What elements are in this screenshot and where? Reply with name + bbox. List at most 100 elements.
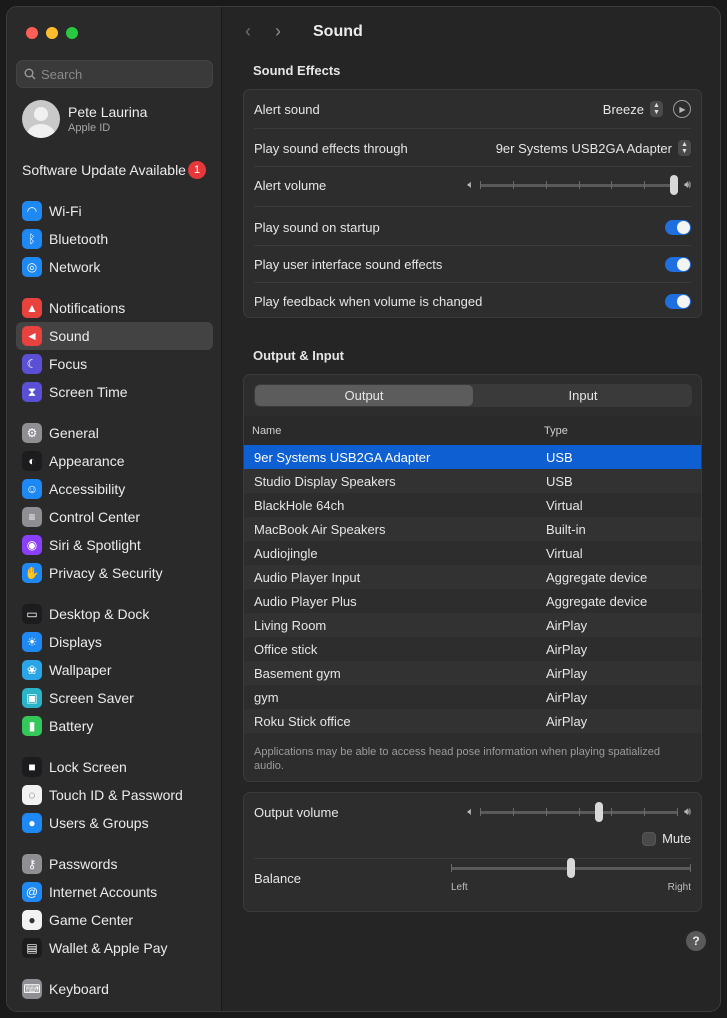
sidebar-item-control-center[interactable]: ≡ Control Center [16, 503, 213, 531]
table-row[interactable]: gym AirPlay [244, 685, 701, 709]
speaker-high-icon: 🔊︎ [684, 805, 691, 818]
wallet-icon: ▤ [22, 938, 42, 958]
sidebar-item-label: Displays [49, 634, 102, 650]
sidebar-item-network[interactable]: ◎ Network [16, 253, 213, 281]
keyboard-icon: ⌨ [22, 979, 42, 999]
sidebar-item-accessibility[interactable]: ☺ Accessibility [16, 475, 213, 503]
mute-checkbox[interactable]: Mute [642, 831, 691, 846]
accessibility-icon: ☺ [22, 479, 42, 499]
slider-tick [611, 808, 613, 816]
output-volume-slider[interactable] [480, 802, 679, 822]
sidebar-item-appearance[interactable]: ◐ Appearance [16, 447, 213, 475]
sidebar-item-screen-saver[interactable]: ▣ Screen Saver [16, 684, 213, 712]
sidebar-item-battery[interactable]: ▮ Battery [16, 712, 213, 740]
gamecenter-icon: ● [22, 910, 42, 930]
minimize-window-button[interactable] [46, 27, 58, 39]
sidebar-item-label: Passwords [49, 856, 118, 872]
sidebar-item-bluetooth[interactable]: ᛒ Bluetooth [16, 225, 213, 253]
device-type: AirPlay [546, 689, 588, 705]
column-header-type[interactable]: Type [544, 425, 568, 437]
zoom-window-button[interactable] [66, 27, 78, 39]
search-field[interactable] [16, 60, 213, 88]
startup-sound-toggle[interactable] [665, 219, 691, 235]
table-row[interactable]: MacBook Air Speakers Built-in [244, 517, 701, 541]
device-name: Audio Player Input [254, 569, 361, 585]
sidebar-item-passwords[interactable]: ⚷ Passwords [16, 850, 213, 878]
close-window-button[interactable] [26, 27, 38, 39]
sidebar-item-siri-spotlight[interactable]: ◉ Siri & Spotlight [16, 531, 213, 559]
alert-volume-label: Alert volume [254, 177, 327, 193]
ui-sounds-toggle[interactable] [665, 256, 691, 272]
sidebar-item-wallpaper[interactable]: ❀ Wallpaper [16, 656, 213, 684]
output-input-segmented-control[interactable]: Output Input [254, 384, 692, 407]
software-update-item[interactable]: Software Update Available 1 [22, 161, 206, 179]
sidebar-item-keyboard[interactable]: ⌨ Keyboard [16, 975, 213, 1003]
device-name: MacBook Air Speakers [254, 521, 386, 537]
volume-feedback-toggle[interactable] [665, 293, 691, 309]
back-button[interactable]: ‹ [245, 21, 275, 42]
alert-sound-row: Alert sound Breeze ▲ ▼ ▶ [254, 90, 691, 128]
search-input[interactable] [41, 66, 191, 82]
tab-output[interactable]: Output [255, 385, 473, 406]
alert-sound-value: Breeze [602, 101, 644, 117]
sidebar-item-focus[interactable]: ☾ Focus [16, 350, 213, 378]
table-row[interactable]: Roku Stick office AirPlay [244, 709, 701, 733]
dock-icon: ▭ [22, 604, 42, 624]
apple-id-profile[interactable]: Pete Laurina Apple ID [22, 100, 147, 138]
table-row[interactable]: Basement gym AirPlay [244, 661, 701, 685]
device-name: gym [254, 689, 279, 705]
update-count-badge: 1 [188, 161, 206, 179]
table-row[interactable]: Office stick AirPlay [244, 637, 701, 661]
output-volume-row: Output volume 🔈︎ 🔊︎ [254, 793, 691, 831]
table-row[interactable]: Living Room AirPlay [244, 613, 701, 637]
sidebar-item-desktop-dock[interactable]: ▭ Desktop & Dock [16, 600, 213, 628]
forward-button[interactable]: › [275, 21, 305, 42]
table-row[interactable]: Audio Player Input Aggregate device [244, 565, 701, 589]
hand-icon: ✋ [22, 563, 42, 583]
sidebar-item-notifications[interactable]: ▲ Notifications [16, 294, 213, 322]
table-row[interactable]: Audiojingle Virtual [244, 541, 701, 565]
output-volume-knob[interactable] [594, 802, 603, 822]
sidebar-item-label: Lock Screen [49, 759, 127, 775]
popup-chevrons-icon: ▲ ▼ [678, 140, 691, 156]
sidebar-item-wi-fi[interactable]: ◠ Wi-Fi [16, 197, 213, 225]
balance-slider[interactable] [451, 858, 691, 878]
slider-tick [480, 808, 482, 816]
alert-volume-slider[interactable] [480, 175, 679, 195]
sidebar-item-general[interactable]: ⚙ General [16, 419, 213, 447]
sidebar-item-lock-screen[interactable]: ■ Lock Screen [16, 753, 213, 781]
sidebar-item-touch-id-password[interactable]: ◌ Touch ID & Password [16, 781, 213, 809]
play-alert-button[interactable]: ▶ [673, 100, 691, 118]
mute-checkbox-box[interactable] [642, 831, 657, 846]
main-pane: ‹ › Sound Sound Effects Alert sound Bree… [223, 7, 720, 1011]
sidebar-item-privacy-security[interactable]: ✋ Privacy & Security [16, 559, 213, 587]
sidebar-item-users-groups[interactable]: ● Users & Groups [16, 809, 213, 837]
table-row[interactable]: Audio Player Plus Aggregate device [244, 589, 701, 613]
sidebar-item-game-center[interactable]: ● Game Center [16, 906, 213, 934]
table-row[interactable]: Studio Display Speakers USB [244, 469, 701, 493]
sidebar-item-label: Touch ID & Password [49, 787, 183, 803]
sidebar-item-displays[interactable]: ☀ Displays [16, 628, 213, 656]
sidebar-item-label: Wallpaper [49, 662, 112, 678]
table-row[interactable]: BlackHole 64ch Virtual [244, 493, 701, 517]
sidebar-item-label: Control Center [49, 509, 141, 525]
sidebar-item-internet-accounts[interactable]: @ Internet Accounts [16, 878, 213, 906]
column-header-name[interactable]: Name [252, 425, 281, 437]
device-type: AirPlay [546, 617, 588, 633]
sidebar-group: ▲ Notifications ◄ Sound ☾ Focus ⧗ Screen Time [16, 294, 213, 406]
alert-volume-knob[interactable] [670, 175, 679, 195]
device-type: Aggregate device [546, 593, 648, 609]
sidebar-item-sound[interactable]: ◄ Sound [16, 322, 213, 350]
play-through-popup[interactable]: 9er Systems USB2GA Adapter ▲ ▼ [496, 140, 691, 156]
sidebar-item-wallet-apple-pay[interactable]: ▤ Wallet & Apple Pay [16, 934, 213, 962]
sidebar-item-label: Screen Saver [49, 690, 134, 706]
alert-sound-popup[interactable]: Breeze ▲ ▼ ▶ [603, 100, 691, 118]
device-type: AirPlay [546, 713, 588, 729]
tab-input[interactable]: Input [474, 384, 692, 407]
sidebar-group: ▭ Desktop & Dock ☀ Displays ❀ Wallpaper ▣ Scree… [16, 600, 213, 740]
help-button[interactable]: ? [686, 931, 706, 951]
balance-knob[interactable] [567, 858, 575, 878]
table-row[interactable]: 9er Systems USB2GA Adapter USB [244, 445, 701, 469]
balance-left-label: Left [451, 882, 468, 893]
sidebar-item-screen-time[interactable]: ⧗ Screen Time [16, 378, 213, 406]
